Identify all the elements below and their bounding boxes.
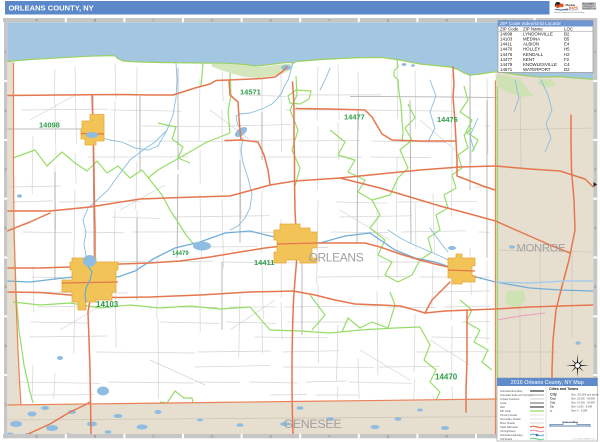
- svg-text:Toll Roads: Toll Roads: [500, 437, 513, 441]
- svg-text:Cities and Towns: Cities and Towns: [549, 387, 578, 391]
- svg-text:14571: 14571: [500, 67, 513, 72]
- svg-text:US Highways: US Highways: [500, 429, 516, 433]
- svg-text:14470: 14470: [435, 373, 458, 382]
- svg-text:2016 Orleans County, NY Map: 2016 Orleans County, NY Map: [511, 380, 584, 386]
- svg-text:State Railroads: State Railroads: [500, 425, 518, 429]
- svg-text:14477: 14477: [344, 113, 365, 122]
- svg-text:1: 1: [5, 50, 7, 54]
- svg-text:F: F: [328, 19, 330, 23]
- svg-text:4-State Numbers: 4-State Numbers: [500, 397, 520, 401]
- svg-text:14571: 14571: [240, 88, 261, 97]
- svg-text:6: 6: [594, 344, 596, 348]
- svg-text:Interstate Boundary: Interstate Boundary: [500, 389, 523, 393]
- svg-text:WATERPORT: WATERPORT: [523, 67, 551, 72]
- svg-text:Local: Local: [500, 401, 507, 405]
- svg-text:14411: 14411: [254, 258, 274, 267]
- svg-text:Size: 100,000 and above: Size: 100,000 and above: [571, 394, 599, 397]
- svg-text:14103: 14103: [96, 300, 119, 309]
- svg-text:MONROE: MONROE: [517, 243, 566, 255]
- svg-text:Interstate Highways: Interstate Highways: [500, 433, 523, 437]
- svg-text:14476: 14476: [437, 115, 458, 124]
- svg-text:MarketMAPS.com: MarketMAPS.com: [583, 7, 597, 10]
- svg-text:4: 4: [5, 226, 7, 230]
- svg-text:Scale in Miles: Scale in Miles: [562, 420, 579, 424]
- svg-text:Size: 6,000 - 9,999: Size: 6,000 - 9,999: [571, 406, 593, 409]
- svg-text:Size: 10,000 - 24,999: Size: 10,000 - 24,999: [571, 402, 595, 405]
- svg-text:Rail: Rail: [500, 405, 505, 409]
- svg-text:2: 2: [594, 109, 596, 113]
- svg-text:Size: 0 - 5,999: Size: 0 - 5,999: [571, 410, 588, 413]
- svg-text:7: 7: [5, 403, 7, 407]
- svg-text:ORLEANS COUNTY, NY: ORLEANS COUNTY, NY: [9, 4, 94, 13]
- svg-text:D2: D2: [564, 67, 570, 72]
- svg-text:ORLEANS: ORLEANS: [309, 251, 364, 265]
- svg-text:G: G: [387, 19, 390, 23]
- svg-text:Minor Roads: Minor Roads: [500, 421, 515, 425]
- svg-text:2: 2: [5, 109, 7, 113]
- svg-text:GENESEE: GENESEE: [284, 417, 342, 431]
- svg-text:14098: 14098: [39, 121, 60, 130]
- svg-text:3: 3: [594, 168, 596, 172]
- svg-text:City: City: [550, 397, 556, 401]
- svg-text:G: G: [387, 435, 390, 439]
- svg-text:Primary Roads: Primary Roads: [500, 413, 518, 417]
- svg-text:Size: 25,000 - 99,999: Size: 25,000 - 99,999: [571, 398, 595, 401]
- svg-text:MAPS: MAPS: [569, 6, 578, 10]
- svg-text:Interstate State and Territory: Interstate State and Territory: [500, 393, 533, 397]
- svg-text:14479: 14479: [172, 251, 189, 257]
- svg-text:City: City: [550, 401, 556, 405]
- svg-text:ZIP Code: ZIP Code: [500, 409, 511, 413]
- svg-text:1: 1: [594, 50, 596, 54]
- svg-text:www.MarketMAPS.com: www.MarketMAPS.com: [573, 438, 596, 441]
- svg-text:Cty: Cty: [550, 406, 555, 409]
- svg-text:5: 5: [594, 285, 596, 289]
- svg-text:Secondary Roads: Secondary Roads: [500, 417, 521, 421]
- svg-text:6: 6: [5, 344, 7, 348]
- svg-text:4: 4: [594, 226, 596, 230]
- svg-text:5: 5: [5, 285, 7, 289]
- svg-text:3: 3: [5, 168, 7, 172]
- svg-text:F: F: [328, 435, 330, 439]
